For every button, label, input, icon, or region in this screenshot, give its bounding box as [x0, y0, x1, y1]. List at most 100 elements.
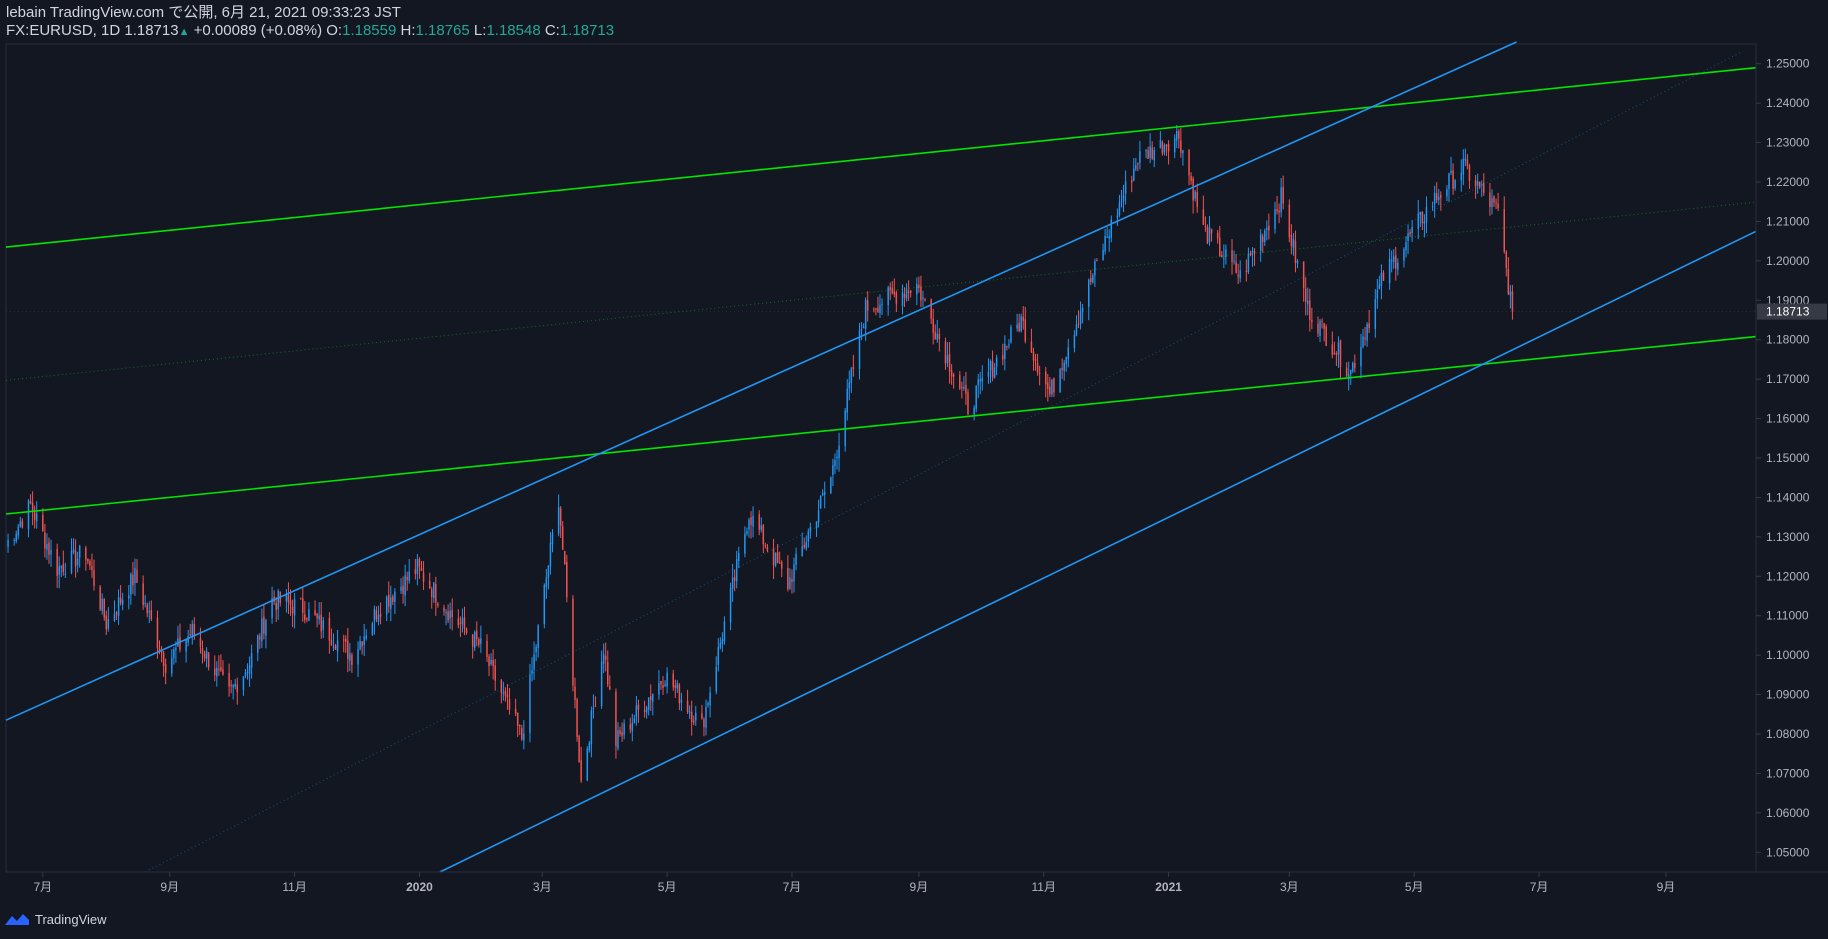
candle-body	[862, 327, 865, 329]
candle-body	[901, 291, 904, 306]
candle-body	[191, 624, 194, 637]
candle-body	[1292, 238, 1295, 248]
candle-body	[420, 567, 423, 571]
candle-body	[588, 742, 591, 751]
candle-body	[259, 636, 261, 640]
candle-body	[277, 590, 279, 610]
candle-body	[1122, 195, 1125, 201]
candle-body	[414, 569, 417, 574]
candle-body	[944, 341, 947, 364]
candle-body	[164, 664, 167, 673]
candle-body	[823, 492, 826, 495]
candle-body	[881, 303, 883, 305]
candle-body	[402, 585, 404, 594]
candle-body	[486, 640, 488, 658]
candle-body	[1395, 255, 1397, 269]
time-tick-label: 9月	[910, 880, 929, 894]
time-tick-label: 9月	[160, 880, 179, 894]
candle-body	[1034, 359, 1037, 362]
candle-body	[649, 696, 652, 700]
candle-body	[1116, 215, 1119, 219]
candle-body	[803, 544, 805, 548]
candle-body	[815, 521, 818, 529]
candle-body	[852, 366, 855, 370]
candle-body	[680, 699, 683, 703]
candle-body	[1476, 181, 1479, 186]
tradingview-footer[interactable]: TradingView	[4, 911, 107, 927]
candle-body	[144, 602, 146, 604]
candle-body	[15, 533, 17, 542]
candle-body	[1497, 203, 1499, 209]
candle-body	[275, 603, 277, 610]
candle-body	[1118, 202, 1121, 216]
candle-body	[328, 618, 331, 641]
candle-body	[1360, 347, 1362, 367]
candle-body	[1024, 319, 1027, 342]
candle-body	[1065, 357, 1067, 365]
candle-body	[580, 760, 582, 781]
last-price-badge-label: 1.18713	[1766, 305, 1810, 319]
candle-body	[766, 547, 769, 551]
candle-body	[731, 577, 734, 589]
candle-body	[443, 607, 445, 612]
candle-body	[807, 532, 810, 542]
candle-body	[1180, 140, 1182, 153]
candle-body	[1038, 372, 1041, 374]
candle-body	[875, 308, 877, 310]
candle-body	[1249, 253, 1252, 256]
candle-body	[117, 597, 120, 617]
candle-body	[1196, 192, 1198, 208]
candle-body	[242, 676, 245, 691]
candle-body	[428, 580, 431, 589]
candle-body	[148, 611, 151, 613]
price-tick-label: 1.13000	[1766, 530, 1810, 544]
candle-body	[821, 492, 824, 495]
candle-body	[228, 672, 230, 687]
candle-body	[1216, 232, 1219, 239]
candle-body	[1167, 144, 1170, 152]
candle-body	[185, 640, 187, 652]
candle-body	[1067, 347, 1070, 359]
candle-body	[566, 561, 568, 598]
candle-body	[633, 718, 636, 724]
candle-body	[772, 548, 775, 566]
candle-body	[778, 562, 781, 564]
candle-body	[586, 748, 589, 781]
candle-body	[1139, 151, 1141, 163]
candle-body	[334, 645, 337, 650]
candle-body	[1059, 369, 1061, 393]
candle-body	[1245, 270, 1248, 272]
candle-body	[113, 613, 116, 621]
candle-body	[662, 685, 664, 688]
candle-body	[559, 508, 562, 527]
candle-body	[306, 618, 308, 620]
candle-body	[70, 550, 73, 573]
candle-body	[42, 514, 44, 532]
candle-body	[521, 728, 523, 740]
candle-body	[652, 693, 654, 702]
price-chart[interactable]: 1.25000 1.24000 1.23000 1.22000 1.21000 1.200…	[0, 0, 1828, 939]
candle-body	[119, 597, 122, 604]
candle-body	[375, 610, 378, 620]
candle-body	[1151, 147, 1153, 159]
candle-body	[85, 547, 87, 560]
price-axis[interactable]: 1.25000 1.24000 1.23000 1.22000 1.21000 1.200…	[1756, 57, 1810, 860]
candle-body	[1448, 173, 1450, 190]
candle-body	[156, 617, 159, 648]
time-axis[interactable]: 7月 9月 11月 2020 3月 5月 7月 9月 11月 2021 3月 5月 7月 9月	[33, 872, 1675, 894]
candle-body	[1051, 379, 1053, 395]
candle-body	[547, 565, 550, 578]
candle-body	[293, 599, 296, 616]
candle-body	[934, 332, 936, 340]
candle-body	[1233, 260, 1235, 262]
candle-body	[50, 550, 52, 555]
candle-body	[995, 357, 998, 367]
candle-body	[1096, 260, 1098, 262]
candle-body	[922, 297, 924, 299]
candle-body	[1450, 170, 1452, 173]
price-tick-label: 1.05000	[1766, 845, 1810, 859]
candle-body	[1092, 274, 1094, 283]
plot-area[interactable]	[5, 43, 1757, 873]
candle-body	[672, 673, 675, 688]
candle-body	[1282, 187, 1284, 204]
